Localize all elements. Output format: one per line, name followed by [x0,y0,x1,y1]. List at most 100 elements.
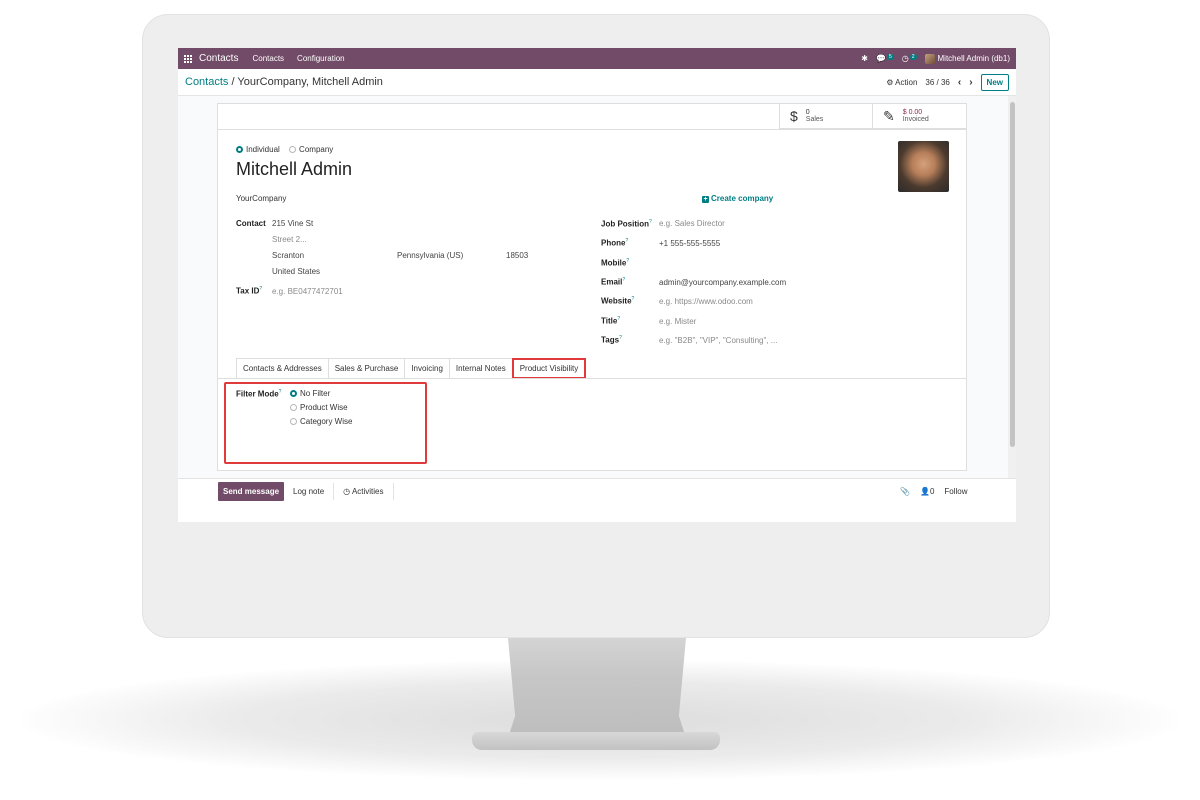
breadcrumb-separator: / [231,76,235,88]
activities-label: Activities [351,487,384,496]
screen: Contacts Contacts Configuration ✱ 💬 5 ◷ 2 … [178,48,1016,522]
title-label: Title? [601,316,621,326]
pager-previous-icon[interactable]: ‹ [958,77,961,88]
type-company-label: Company [299,145,334,154]
tax-id-field[interactable]: e.g. BE0477472701 [272,287,343,296]
breadcrumb-current: YourCompany, Mitchell Admin [237,76,383,88]
type-company-option[interactable]: Company [289,145,333,154]
form-sheet: $ 0 Sales ✎ $ 0.00 Invoiced Individual Com… [217,103,967,471]
clock-icon: ◷ [343,487,351,496]
chatter-followers: 📎 👤0 Follow [900,487,968,496]
phone-field[interactable]: +1 555-555-5555 [659,239,720,248]
scrollbar-thumb[interactable] [1010,102,1015,447]
contact-label: Contact [236,219,266,228]
user-menu[interactable]: Mitchell Admin (db1) [924,53,1010,64]
phone-label: Phone? [601,238,629,248]
chat-icon: 💬 [876,54,886,63]
street-field[interactable]: 215 Vine St [272,219,313,228]
avatar [924,53,935,64]
street2-field[interactable]: Street 2... [272,235,307,244]
app-name[interactable]: Contacts [199,53,238,64]
tags-field[interactable]: e.g. "B2B", "VIP", "Consulting", ... [659,336,777,345]
breadcrumb-contacts[interactable]: Contacts [185,76,228,88]
new-button[interactable]: New [980,73,1009,91]
log-note-button[interactable]: Log note [284,483,335,500]
tab-invoicing[interactable]: Invoicing [404,358,449,379]
tab-product-visibility[interactable]: Product Visibility [511,358,587,379]
job-position-field[interactable]: e.g. Sales Director [659,219,725,228]
radio-checked-icon [290,390,297,398]
apps-menu-icon[interactable] [184,54,192,63]
email-field[interactable]: admin@yourcompany.example.com [659,278,786,287]
state-field[interactable]: Pennsylvania (US) [397,251,463,260]
partner-name-field[interactable]: Mitchell Admin [236,159,352,180]
tab-sales-purchase[interactable]: Sales & Purchase [327,358,405,379]
messages-badge: 5 [886,54,894,60]
title-field[interactable]: e.g. Mister [659,317,696,326]
activities-button[interactable]: ◷ 2 [902,54,917,63]
bug-icon[interactable]: ✱ [861,54,868,63]
gear-icon: ⚙ [886,77,894,87]
invoiced-smart-button[interactable]: ✎ $ 0.00 Invoiced [873,104,966,128]
company-field[interactable]: YourCompany [236,194,286,203]
invoiced-value: $ 0.00 [902,109,923,116]
tab-internal-notes[interactable]: Internal Notes [448,358,512,379]
type-individual-label: Individual [246,145,280,154]
sales-value: 0 [805,109,810,116]
product-wise-label: Product Wise [300,403,348,412]
menu-configuration[interactable]: Configuration [297,54,345,63]
edit-icon: ✎ [883,107,895,124]
menu-contacts[interactable]: Contacts [252,54,284,63]
partner-avatar-image[interactable] [898,141,949,192]
plus-icon: + [702,196,709,203]
activities-badge: 2 [909,54,917,60]
city-field[interactable]: Scranton [272,251,304,260]
attachment-icon[interactable]: 📎 [900,487,910,496]
follow-button[interactable]: Follow [944,487,967,496]
mobile-label: Mobile? [601,258,630,268]
notebook-tabs: Contacts & Addresses Sales & Purchase In… [236,358,587,379]
type-individual-option[interactable]: Individual [236,145,280,154]
top-navbar: Contacts Contacts Configuration ✱ 💬 5 ◷ 2 … [178,48,1016,69]
followers-button[interactable]: 👤0 [920,487,934,496]
monitor-stand [508,638,686,738]
followers-count: 0 [929,487,935,496]
tab-contacts-addresses[interactable]: Contacts & Addresses [236,358,328,379]
chatter-toolbar: Send message Log note ◷ Activities [218,482,394,501]
radio-unchecked-icon [289,146,297,154]
action-button[interactable]: ⚙ Action [886,78,917,87]
clock-icon: ◷ [901,54,909,63]
radio-unchecked-icon [290,404,297,412]
create-company-button[interactable]: + Create company [702,194,773,203]
breadcrumb: Contacts / YourCompany, Mitchell Admin [185,76,383,88]
email-label: Email? [601,277,626,287]
country-field[interactable]: United States [272,267,320,276]
pager-value[interactable]: 36 / 36 [925,78,949,87]
dollar-icon: $ [790,108,798,124]
website-label: Website? [601,296,635,306]
pager-next-icon[interactable]: › [969,77,972,88]
activities-chatter-button[interactable]: ◷ Activities [334,483,394,500]
messages-button[interactable]: 💬 5 [876,54,894,63]
tab-divider [218,378,966,379]
user-name: Mitchell Admin (db1) [937,53,1010,63]
tags-label: Tags? [601,335,622,345]
job-position-label: Job Position? [601,219,652,229]
user-icon: 👤 [919,487,930,496]
monitor-mockup: Contacts Contacts Configuration ✱ 💬 5 ◷ 2 … [0,0,1200,800]
create-company-label: Create company [711,194,774,203]
radio-checked-icon [236,146,243,154]
filter-option-no-filter[interactable]: No Filter [290,389,330,398]
monitor-base [472,732,720,750]
invoiced-label: Invoiced [902,116,929,123]
zip-field[interactable]: 18503 [506,251,528,260]
control-panel: Contacts / YourCompany, Mitchell Admin ⚙… [178,69,1016,96]
scrollbar[interactable] [1008,96,1016,478]
filter-option-category-wise[interactable]: Category Wise [290,417,352,426]
sales-smart-button[interactable]: $ 0 Sales [780,104,873,128]
sheet-divider [218,129,966,130]
filter-option-product-wise[interactable]: Product Wise [290,403,348,412]
partner-type-selector: Individual Company [236,145,340,154]
website-field[interactable]: e.g. https://www.odoo.com [659,297,753,306]
send-message-button[interactable]: Send message [218,482,285,501]
